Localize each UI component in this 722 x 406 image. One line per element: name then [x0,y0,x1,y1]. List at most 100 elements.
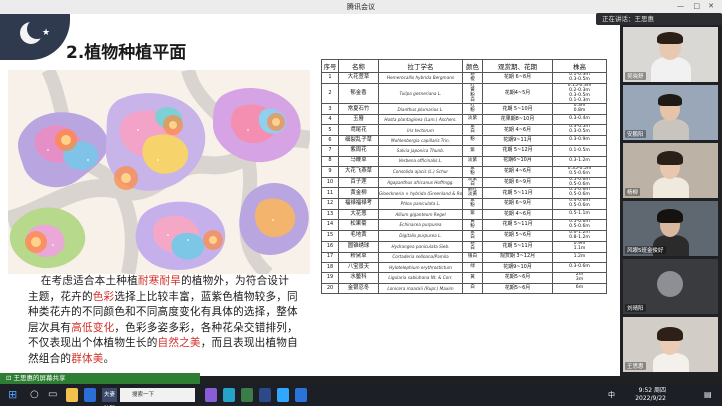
cell-color: 黄 [462,272,483,284]
participant-video-tile[interactable]: 王思惠 [623,317,718,372]
cell-period: 花期 6~9月 [482,176,553,189]
app-icon[interactable] [223,388,235,402]
search-icon[interactable]: ○ [30,388,42,402]
app-icon[interactable] [241,388,253,402]
cell-name: 黄金柳 [338,187,379,200]
cell-height-value: 0.8-1.2m [569,234,590,240]
cell-latin: Lonicera maackii (Rupr.) Maxim [378,282,463,295]
participant-name: 安鹏阳 [625,130,646,138]
cell-height-value: 3m [575,276,584,282]
cell-latin: Hosta plantaginea (Lam.) Aschers. [378,114,463,126]
participant-video-tile[interactable]: 安鹏阳 [623,85,718,140]
speaking-indicator: 正在讲话：王思惠 [596,13,722,25]
photoshop-icon[interactable] [277,388,289,402]
cell-name: 紫周花 [338,145,379,157]
meeting-app-icon[interactable] [295,388,307,402]
participant-video-tile[interactable]: 风眼5班金俊好 [623,201,718,256]
participant-video-tile[interactable]: 杨柳 [623,143,718,198]
table-row: 1 大花萱草 Hemerocallis hybrida Bergmans 粉橙花期 6… [321,72,607,84]
cell-height: 0.5-0.6m 0.5-0.6m [552,187,607,200]
cell-period: 花期5~6月 [482,282,553,295]
screen-share-bar[interactable]: ⊡ 王思惠的屏幕共享 [0,373,200,384]
column-header: 株高 [552,59,607,73]
cell-height: 0.3-0.9m [552,135,607,147]
clock[interactable]: 9:52 周四 2022/9/22 [635,387,666,403]
close-icon[interactable]: ✕ [708,2,714,10]
clock-date: 2022/9/22 [635,395,666,402]
maximize-icon[interactable]: □ [693,2,700,10]
cell-color-value: 粉 [470,203,475,209]
table-row: 8 马鞭草 Verbena officinalis L. 淡紫 花期6~10月 0.3-1… [321,155,607,167]
minimize-icon[interactable]: — [677,2,684,10]
cell-number: 13 [321,209,339,221]
cell-color: 红黄粉白 [462,82,483,105]
cell-color: 紫粉 [462,198,483,211]
cell-name: 八宝景天 [338,261,379,274]
cell-height-value: 1.1m [573,245,586,251]
participant-video-tile[interactable]: 吴晓舒 [623,27,718,82]
cell-color: 粉橙 [462,72,483,84]
table-row: 12 福禄福禄考 Phlox paniculata L. 紫粉花期 6~9月 0.4-0… [321,198,607,211]
participant-name: 刘晴阳 [625,304,646,312]
cell-color-value: 紫 [470,147,475,153]
cell-color-value: 银白 [467,253,478,259]
cell-height: 0.1-0.3m 0.3-0.5m [552,72,607,84]
cell-period: 花期 4~6月 [482,209,553,221]
title-bar: 腾讯会议 — □ ✕ [0,0,722,14]
cell-height-value: 0.5-0.6m [569,224,590,230]
cell-color: 紫粉 [462,165,483,178]
highlighted-text: 群体美 [71,352,104,365]
cell-height: 0.3-1.2m [552,155,607,167]
app-icon[interactable] [205,388,217,402]
cell-name: 马鞭草 [338,155,379,167]
cell-period: 花期9~11月 [482,135,553,147]
taskbar-search-input[interactable]: 搜索一下 [120,388,195,402]
browser-icon[interactable] [84,388,96,402]
browser-tab[interactable]: 夫妻吵架双双... [102,388,117,402]
cell-color: 黄粉 [462,219,483,232]
cell-color: 淡紫白 [462,176,483,189]
highlighted-text: 自然之美 [157,337,201,349]
cell-period: 观赏期 3~12月 [482,251,553,263]
cell-number: 6 [321,135,339,147]
cell-latin: Consolida ajacis (L.) Schur [378,165,463,178]
cell-color-value: 黄 [470,274,475,280]
cell-color-value: 粉 [470,170,475,176]
cell-color-value: 粉 [470,224,475,230]
cell-height: 2m 3m [552,272,607,284]
table-row: 11 黄金柳 Gloeckneria × hybrida (Greenland & … [321,187,607,200]
cell-height: 0.3m 0.8m [552,103,607,116]
cell-latin: Phlox paniculata L. [378,198,463,211]
cell-name: 福禄福禄考 [338,198,379,211]
cell-number: 7 [321,145,339,157]
cell-name: 大花萱草 [338,72,379,84]
cell-color-value: 粉 [470,137,475,143]
app-icon[interactable] [259,388,271,402]
cell-height: 0.4-0.6m 0.5-0.6m [552,198,607,211]
cell-number: 16 [321,240,339,253]
clock-time: 9:52 周四 [638,387,666,394]
task-view-icon[interactable]: ▭ [48,388,60,402]
taskbar: ⊞ ○ ▭ 夫妻吵架双双... 搜索一下 中 9:52 周四 2022/9/22… [0,384,722,406]
cell-height: 0.3-0.5m 0.3-0.5m [552,124,607,137]
ime-indicator[interactable]: 中 [608,388,622,402]
participant-name: 风眼5班金俊好 [625,246,666,254]
planting-plan-image [8,70,310,274]
cell-latin: Hydrangea paniculata Sieb. [378,240,463,253]
cell-period: 花期 4~6月 [482,124,553,137]
participant-video-tile[interactable]: 刘晴阳 [623,259,718,314]
cell-height-value: 0.5-0.6m [569,203,590,209]
cell-color-value: 白 [470,285,475,291]
cell-number: 8 [321,155,339,167]
cell-number: 15 [321,230,339,242]
notification-icon[interactable]: ▤ [704,388,714,402]
cell-number: 19 [321,272,339,284]
paragraph-text: 。 [103,352,115,365]
cell-height-value: 0.5-0.6m [569,181,590,187]
table-row: 5 鸢尾花 Iris tectorum 紫白花期 4~6月 0.3-0.5m 0.3-0.… [321,124,607,137]
cell-height-value: 0.3-0.5m [569,129,590,135]
cell-color: 翻红 淡黄 [462,187,483,200]
file-explorer-icon[interactable] [66,388,78,402]
cell-height-value: 0.5-1.1m [569,211,590,217]
windows-start-icon[interactable]: ⊞ [8,388,20,402]
